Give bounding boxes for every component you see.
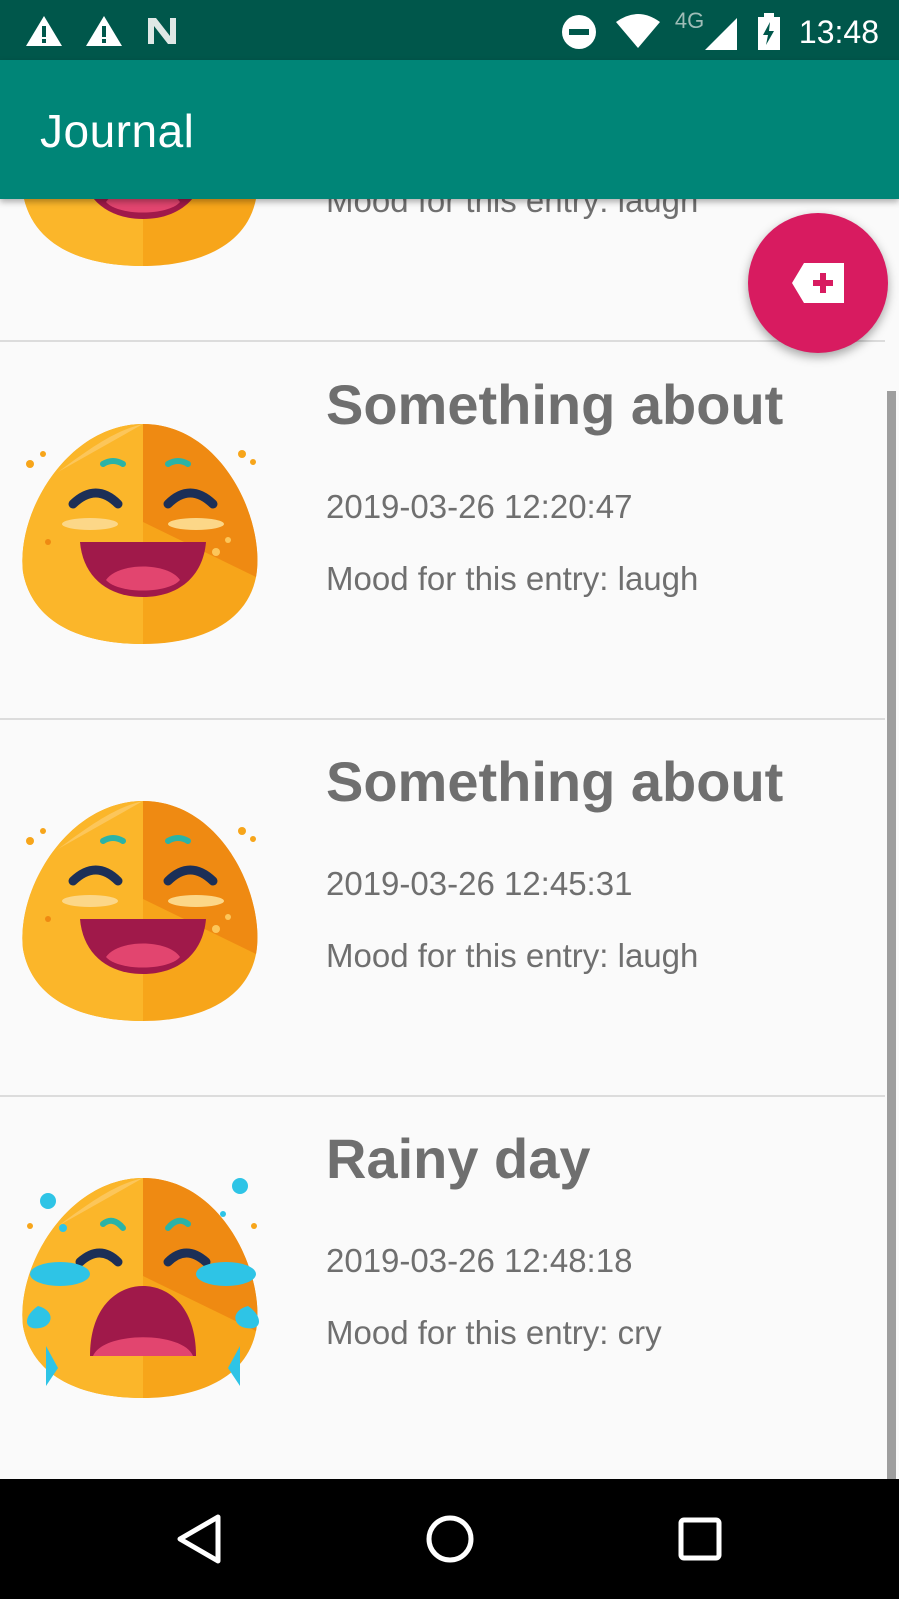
laugh-face-icon [18, 779, 268, 1029]
system-icons: 4G 13:48 [561, 8, 879, 52]
n-notification-icon [148, 18, 176, 44]
entry-title: Something about [326, 750, 784, 813]
entry-mood: Mood for this entry: cry [326, 1314, 662, 1351]
status-bar: 4G 13:48 [0, 0, 899, 60]
entry-title: Rainy day [326, 1127, 591, 1190]
network-type: 4G [674, 8, 705, 33]
back-icon[interactable] [170, 1509, 230, 1569]
entry-date: 2019-03-26 12:20:47 [326, 488, 633, 525]
entry-mood: Mood for this entry: laugh [326, 937, 699, 974]
do-not-disturb-icon [561, 15, 596, 49]
journal-entry[interactable]: Rainy day 2019-03-26 12:48:18 Mood for t… [0, 1096, 885, 1472]
entry-mood: Mood for this entry: laugh [326, 199, 699, 219]
warning-icon [26, 16, 62, 46]
cell-signal-icon [704, 18, 737, 50]
navigation-bar [0, 1479, 899, 1599]
battery-charging-icon [757, 13, 780, 50]
recents-icon[interactable] [670, 1509, 730, 1569]
notification-icons [24, 14, 180, 48]
app-title: Journal [40, 105, 195, 157]
add-entry-icon [792, 263, 844, 303]
status-time: 13:48 [798, 13, 879, 50]
entry-mood: Mood for this entry: laugh [326, 560, 699, 597]
laugh-face-icon [18, 199, 268, 274]
entry-date: 2019-03-26 12:48:18 [326, 1242, 633, 1279]
app-bar: Journal [0, 60, 899, 199]
laugh-face-icon [18, 402, 268, 652]
home-icon[interactable] [420, 1509, 480, 1569]
wifi-icon [615, 14, 660, 48]
entry-title: Something about [326, 373, 784, 436]
entry-date: 2019-03-26 12:45:31 [326, 865, 633, 902]
cell-signal: 4G [675, 8, 739, 52]
scrollbar[interactable] [887, 391, 896, 1479]
warning-icon [86, 16, 122, 46]
cry-face-icon [18, 1156, 268, 1406]
journal-entry-list[interactable]: Mood for this entry: laugh Something abo… [0, 199, 899, 1479]
add-entry-button[interactable] [748, 213, 888, 353]
journal-entry[interactable]: Something about 2019-03-26 12:45:31 Mood… [0, 719, 885, 1097]
journal-entry[interactable]: Something about 2019-03-26 12:20:47 Mood… [0, 342, 885, 720]
